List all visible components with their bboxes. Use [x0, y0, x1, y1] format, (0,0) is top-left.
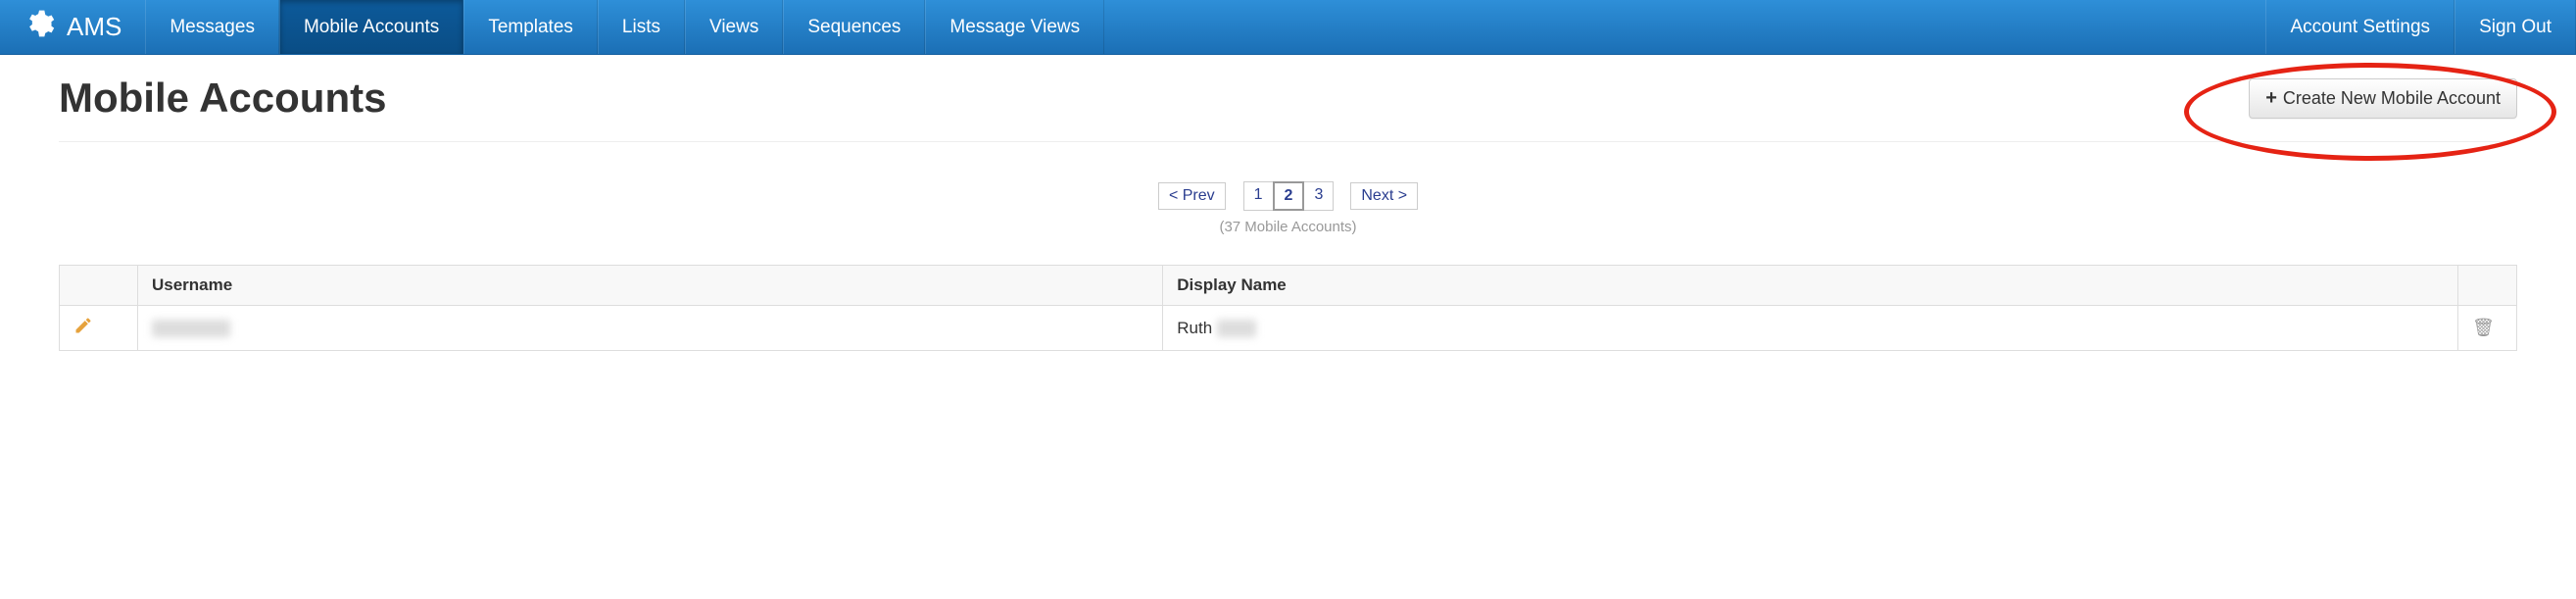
- nav-items: Messages Mobile Accounts Templates Lists…: [145, 0, 2265, 54]
- pagination-page-2[interactable]: 2: [1273, 181, 1305, 211]
- pagination-prev[interactable]: < Prev: [1158, 182, 1226, 210]
- display-name-prefix: Ruth: [1177, 319, 1212, 337]
- username-redacted: [152, 320, 230, 337]
- trash-icon[interactable]: 🗑: [2472, 318, 2495, 337]
- table-header-row: Username Display Name: [60, 266, 2517, 306]
- nav-templates[interactable]: Templates: [463, 0, 598, 54]
- col-header-username: Username: [138, 266, 1163, 306]
- table-row: Ruth 🗑: [60, 306, 2517, 351]
- username-cell: [138, 306, 1163, 351]
- nav-lists[interactable]: Lists: [598, 0, 685, 54]
- pagination-page-3[interactable]: 3: [1303, 181, 1334, 211]
- pagination-count: (37 Mobile Accounts): [59, 219, 2517, 235]
- pagination: < Prev 1 2 3 Next > (37 Mobile Accounts): [59, 181, 2517, 235]
- col-header-edit: [60, 266, 138, 306]
- create-button-label: Create New Mobile Account: [2283, 88, 2501, 109]
- plus-icon: +: [2265, 87, 2277, 110]
- edit-cell: [60, 306, 138, 351]
- col-header-display-name: Display Name: [1163, 266, 2458, 306]
- nav-message-views[interactable]: Message Views: [925, 0, 1104, 54]
- mobile-accounts-table: Username Display Name Ruth: [59, 265, 2517, 351]
- nav-right: Account Settings Sign Out: [2265, 0, 2576, 54]
- nav-views[interactable]: Views: [685, 0, 783, 54]
- display-name-redacted: [1217, 320, 1256, 337]
- display-name-cell: Ruth: [1163, 306, 2458, 351]
- nav-messages[interactable]: Messages: [145, 0, 279, 54]
- nav-sequences[interactable]: Sequences: [783, 0, 925, 54]
- nav-sign-out[interactable]: Sign Out: [2454, 0, 2576, 54]
- pagination-next[interactable]: Next >: [1350, 182, 1418, 210]
- top-navbar: AMS Messages Mobile Accounts Templates L…: [0, 0, 2576, 55]
- col-header-delete: [2458, 266, 2517, 306]
- page-header: Mobile Accounts + Create New Mobile Acco…: [59, 75, 2517, 142]
- delete-cell: 🗑: [2458, 306, 2517, 351]
- nav-account-settings[interactable]: Account Settings: [2265, 0, 2454, 54]
- nav-mobile-accounts[interactable]: Mobile Accounts: [279, 0, 463, 54]
- brand[interactable]: AMS: [0, 0, 145, 54]
- create-new-mobile-account-button[interactable]: + Create New Mobile Account: [2249, 78, 2517, 119]
- pencil-icon[interactable]: [73, 321, 93, 339]
- pagination-page-1[interactable]: 1: [1243, 181, 1274, 211]
- brand-name: AMS: [67, 12, 122, 42]
- gear-icon: [24, 8, 55, 46]
- page-title: Mobile Accounts: [59, 75, 386, 122]
- page-content: Mobile Accounts + Create New Mobile Acco…: [0, 55, 2576, 371]
